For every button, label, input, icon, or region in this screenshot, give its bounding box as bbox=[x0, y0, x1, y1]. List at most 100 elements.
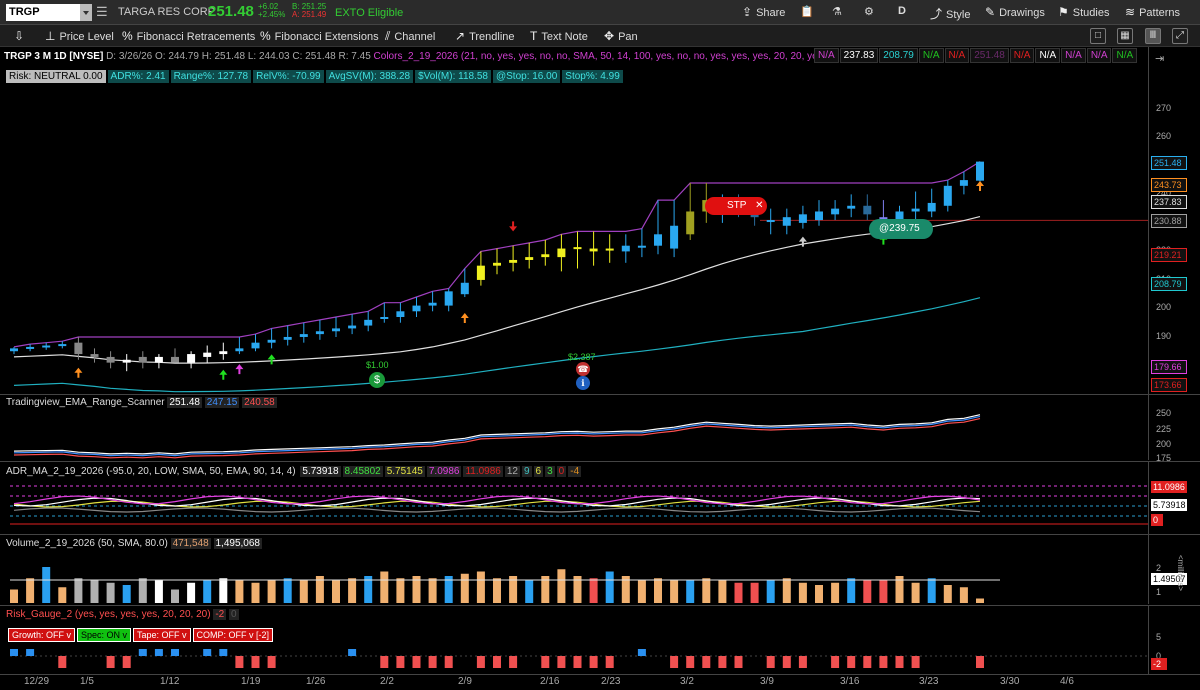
adr-value: 6 bbox=[533, 466, 544, 477]
candle-body bbox=[267, 339, 276, 343]
pan-icon: ✥ bbox=[604, 29, 615, 43]
candle-body bbox=[396, 311, 405, 317]
risk-gauge-title[interactable]: Risk_Gauge_2 (yes, yes, yes, yes, 20, 20… bbox=[6, 609, 211, 620]
price-tag: 243.73 bbox=[1151, 177, 1187, 192]
flask-button[interactable]: ⚗ bbox=[832, 5, 842, 18]
candle-body bbox=[106, 356, 115, 363]
candle-body bbox=[26, 346, 35, 349]
dividend-icon[interactable]: $ bbox=[369, 372, 385, 388]
chart-mode-button[interactable]: Ⅲ bbox=[1145, 28, 1161, 44]
close-icon[interactable]: ✕ bbox=[755, 200, 763, 211]
fibonacci-extensions-tool[interactable]: % Fibonacci Extensions bbox=[260, 29, 379, 43]
trendline-tool[interactable]: ↗ Trendline bbox=[455, 29, 515, 43]
volume-bar bbox=[187, 582, 196, 603]
ema-study-title[interactable]: Tradingview_EMA_Range_Scanner bbox=[6, 397, 165, 408]
volume-bar bbox=[267, 580, 276, 603]
volume-bar bbox=[815, 585, 823, 603]
fullscreen-button[interactable]: ⤢ bbox=[1172, 28, 1188, 44]
volume-chart[interactable] bbox=[0, 550, 1148, 603]
price-tag: 179.66 bbox=[1151, 360, 1187, 375]
risk-gauge-bar bbox=[58, 656, 67, 668]
risk-gauge-bar bbox=[831, 656, 840, 668]
risk-gauge-bar bbox=[267, 656, 276, 668]
risk-axis: 5 0 -2 bbox=[1148, 606, 1200, 674]
price-axis-label: 200 bbox=[1156, 302, 1172, 313]
ema-chart[interactable] bbox=[0, 410, 1148, 460]
price-change: +6.02 +2.45% bbox=[258, 2, 286, 19]
stop-price-bubble[interactable]: @239.75 bbox=[869, 219, 933, 239]
price-tag: 237.83 bbox=[1151, 194, 1187, 209]
signal-arrow bbox=[976, 180, 984, 191]
candle-body bbox=[911, 208, 920, 212]
risk-gauge-chart[interactable] bbox=[0, 644, 1148, 674]
adr-value: 5.75145 bbox=[384, 466, 425, 477]
trendline-icon: ↗ bbox=[455, 29, 466, 43]
signal-arrow bbox=[460, 313, 469, 324]
volume-bar bbox=[283, 578, 292, 603]
risk-gauge-bar bbox=[219, 649, 228, 656]
menu-lines-icon[interactable]: ☰ bbox=[96, 4, 110, 21]
risk-gauge-bar bbox=[348, 649, 357, 656]
period-button[interactable]: D bbox=[898, 5, 906, 17]
time-axis-label: 4/6 bbox=[1060, 676, 1074, 687]
candle-body bbox=[927, 202, 936, 212]
patterns-icon: ≋ bbox=[1125, 5, 1136, 19]
volume-bar bbox=[766, 580, 775, 603]
style-button[interactable]: ⤴ Style bbox=[930, 5, 970, 22]
adr-chart[interactable] bbox=[0, 480, 1148, 532]
volume-study-title[interactable]: Volume_2_19_2026 (50, SMA, 80.0) bbox=[6, 538, 168, 549]
volume-bar bbox=[959, 587, 968, 603]
candle-body bbox=[90, 354, 99, 357]
risk-metrics-row: Risk: NEUTRAL 0.00 ADR%: 2.41 Range%: 127.… bbox=[6, 70, 623, 83]
channel-tool[interactable]: ⫽ Channel bbox=[385, 29, 435, 44]
risk-gauge-bar bbox=[509, 656, 518, 668]
scale-arrow-icon[interactable]: ⇥ bbox=[1155, 52, 1164, 65]
symbol-dropdown-button[interactable] bbox=[80, 4, 92, 21]
pan-tool[interactable]: ✥ Pan bbox=[604, 29, 638, 43]
candle-body bbox=[670, 225, 679, 249]
news-icon[interactable]: ℹ bbox=[576, 376, 590, 390]
price-level-tool[interactable]: ⊥ Price Level bbox=[45, 29, 114, 43]
study-colors-label[interactable]: Colors_2_19_2026 (21, no, yes, yes, no, … bbox=[374, 51, 827, 62]
risk-gauge-box[interactable]: Tape: OFF v bbox=[133, 628, 191, 642]
adr-zero-tag: 0 bbox=[1151, 514, 1163, 526]
risk-gauge-bar bbox=[26, 649, 35, 656]
risk-gauge-bar bbox=[670, 656, 679, 668]
time-axis-label: 2/16 bbox=[540, 676, 560, 687]
share-button[interactable]: ⇪ Share bbox=[742, 5, 785, 19]
patterns-button[interactable]: ≋ Patterns bbox=[1125, 5, 1180, 19]
risk-gauge-box[interactable]: Growth: OFF v bbox=[8, 628, 76, 642]
candle-body bbox=[654, 234, 662, 246]
fibonacci-retracements-tool[interactable]: % Fibonacci Retracements bbox=[122, 29, 255, 43]
single-layout-button[interactable]: □ bbox=[1090, 28, 1106, 44]
volume-bar bbox=[219, 578, 228, 603]
settings-button[interactable]: ⚙ bbox=[864, 5, 874, 18]
study-tag: N/A bbox=[944, 48, 970, 63]
risk-gauge-bar bbox=[863, 656, 872, 668]
dividend-label-2: $2.387 bbox=[568, 352, 596, 362]
volume-bar bbox=[380, 571, 389, 603]
candle-body bbox=[766, 220, 775, 223]
adr-study-title[interactable]: ADR_MA_2_19_2026 (-95.0, 20, LOW, SMA, 5… bbox=[6, 466, 296, 477]
study-tag: N/A bbox=[1086, 48, 1112, 63]
adr-value: 0 bbox=[556, 466, 567, 477]
risk-gauge-bar bbox=[10, 649, 18, 656]
volume-bar bbox=[10, 589, 18, 603]
candle-body bbox=[686, 211, 695, 235]
text-note-tool[interactable]: T Text Note bbox=[530, 29, 588, 43]
studies-button[interactable]: ⚑ Studies bbox=[1058, 5, 1109, 19]
drawings-button[interactable]: ✎ Drawings bbox=[985, 5, 1045, 19]
volume-bar bbox=[798, 582, 807, 603]
earnings-icon[interactable]: ☎ bbox=[576, 362, 590, 376]
risk-metric-chip: Range%: 127.78 bbox=[170, 70, 252, 83]
risk-gauge-box[interactable]: COMP: OFF v [-2] bbox=[192, 628, 274, 642]
stop-order-label[interactable]: STP ✕ bbox=[705, 197, 767, 215]
clipboard-button[interactable]: 📋 bbox=[800, 5, 814, 18]
risk-gauge-bar bbox=[138, 649, 147, 656]
volume-bar bbox=[74, 578, 83, 603]
grid-layout-button[interactable]: ▦ bbox=[1117, 28, 1133, 44]
price-chart[interactable] bbox=[0, 86, 1148, 394]
pin-tool[interactable]: ⇩ bbox=[14, 29, 28, 43]
risk-gauge-box[interactable]: Spec: ON v bbox=[77, 628, 132, 642]
ema-axis: 250 225 200 175 bbox=[1148, 395, 1200, 463]
